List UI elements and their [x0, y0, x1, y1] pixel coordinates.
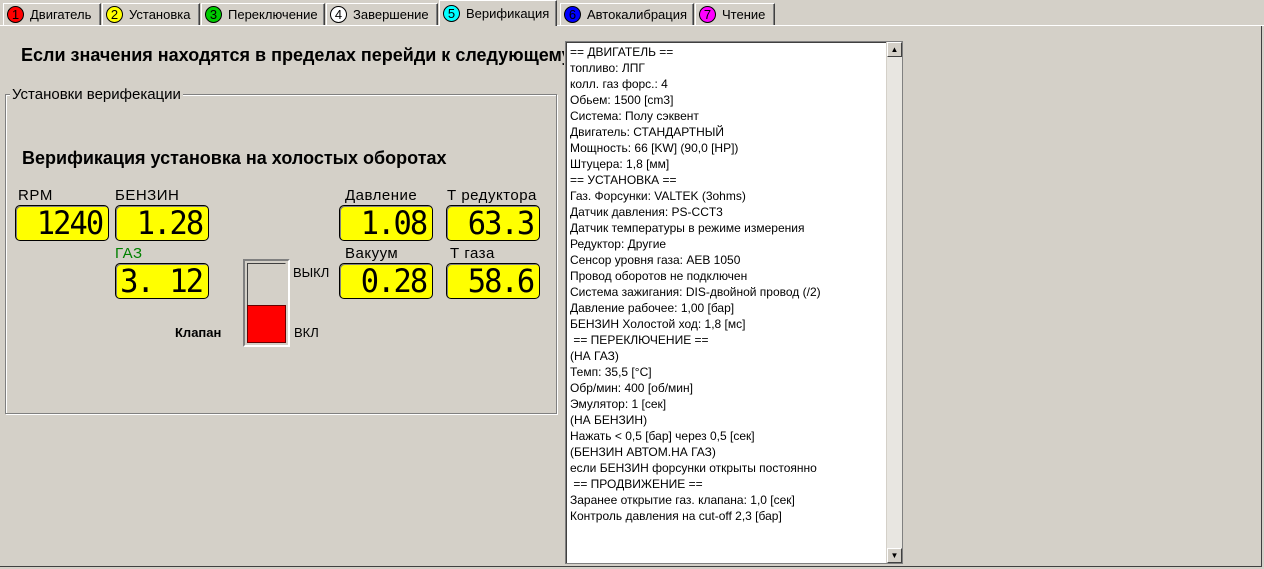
summary-line: топливо: ЛПГ	[570, 61, 645, 75]
summary-line: == УСТАНОВКА ==	[570, 173, 677, 187]
gas-label: ГАЗ	[115, 245, 143, 262]
summary-line: (НА ГАЗ)	[570, 349, 619, 363]
tab-number-badge: 3	[205, 6, 222, 23]
summary-line: Редуктор: Другие	[570, 237, 667, 251]
summary-lines: == ДВИГАТЕЛЬ == топливо: ЛПГ колл. газ фор…	[570, 44, 884, 524]
valve-state-fill	[247, 305, 286, 343]
tab-divider	[0, 25, 1264, 26]
summary-line: Штуцера: 1,8 [мм]	[570, 157, 670, 171]
rpm-label: RPM	[18, 187, 53, 204]
vacuum-label: Вакуум	[345, 245, 399, 262]
group-title: Установки верифекации	[10, 86, 183, 103]
tab-number-badge: 4	[330, 6, 347, 23]
benzin-value: 1.28	[136, 204, 205, 242]
summary-line: Система зажигания: DIS-двойной провод (/…	[570, 285, 821, 299]
vertical-scrollbar[interactable]: ▲ ▼	[886, 42, 902, 563]
rpm-display: 1240	[15, 204, 109, 242]
gas-temp-display: 58.6	[446, 262, 540, 300]
scroll-down-button[interactable]: ▼	[887, 548, 902, 563]
benzin-label: БЕНЗИН	[115, 187, 180, 204]
tab-number-badge: 2	[106, 6, 123, 23]
reducer-temp-value: 63.3	[467, 204, 536, 242]
valve-off-label: ВЫКЛ	[293, 265, 330, 280]
tab-reading[interactable]: 7 Чтение	[695, 3, 775, 25]
section-subtitle: Верификация установка на холостых оборот…	[22, 148, 447, 168]
tab-verification[interactable]: 5 Верификация	[439, 0, 557, 26]
summary-line: Провод оборотов не подключен	[570, 269, 748, 283]
tab-label: Двигатель	[30, 7, 92, 22]
summary-line: Датчик температуры в режиме измерения	[570, 221, 805, 235]
summary-line: Двигатель: СТАНДАРТНЫЙ	[570, 125, 724, 139]
tab-autocalibration[interactable]: 6 Автокалибрация	[560, 3, 694, 25]
tab-label: Завершение	[353, 7, 429, 22]
summary-line: == ДВИГАТЕЛЬ ==	[570, 45, 674, 59]
summary-line: колл. газ форс.: 4	[570, 77, 668, 91]
tab-label: Установка	[129, 7, 191, 22]
summary-line: Заранее открытие газ. клапана: 1,0 [сек]	[570, 493, 795, 507]
summary-line: Темп: 35,5 [°C]	[570, 365, 652, 379]
reducer-temp-label: Т редуктора	[447, 187, 537, 204]
tab-number-badge: 6	[564, 6, 581, 23]
instruction-headline: Если значения находятся в пределах перей…	[21, 45, 564, 65]
summary-line: БЕНЗИН Холостой ход: 1,8 [мс]	[570, 317, 746, 331]
tab-label: Автокалибрация	[587, 7, 688, 22]
reducer-temp-display: 63.3	[446, 204, 540, 242]
tab-bar: 1 Двигатель 2 Установка 3 Переключение 4…	[0, 0, 1264, 26]
tab-number-badge: 5	[443, 5, 460, 22]
gas-temp-label: Т газа	[450, 245, 495, 262]
summary-line: == ПРОДВИЖЕНИЕ ==	[570, 477, 703, 491]
summary-line: Давление рабочее: 1,00 [бар]	[570, 301, 735, 315]
summary-line: (НА БЕНЗИН)	[570, 413, 648, 427]
summary-line: Датчик давления: PS-CCT3	[570, 205, 723, 219]
summary-line: Газ. Форсунки: VALTEK (3ohms)	[570, 189, 746, 203]
tab-label: Чтение	[722, 7, 766, 22]
summary-line: Контроль давления на cut-off 2,3 [бар]	[570, 509, 782, 523]
valve-label: Клапан	[175, 325, 222, 340]
tab-number-badge: 1	[7, 6, 24, 23]
pressure-display: 1.08	[339, 204, 433, 242]
valve-on-label: ВКЛ	[294, 325, 319, 340]
gas-value: 3. 12	[119, 262, 204, 300]
vacuum-display: 0.28	[339, 262, 433, 300]
summary-line: Сенсор уровня газа: AEB 1050	[570, 253, 741, 267]
benzin-display: 1.28	[115, 204, 209, 242]
summary-line: (БЕНЗИН АВТОМ.НА ГАЗ)	[570, 445, 716, 459]
summary-line: == ПЕРЕКЛЮЧЕНИЕ ==	[570, 333, 709, 347]
tab-label: Верификация	[466, 6, 550, 21]
gas-display: 3. 12	[115, 262, 209, 300]
pressure-value: 1.08	[360, 204, 429, 242]
configuration-summary-listbox[interactable]: == ДВИГАТЕЛЬ == топливо: ЛПГ колл. газ фор…	[565, 41, 903, 564]
tab-engine[interactable]: 1 Двигатель	[3, 3, 101, 25]
pressure-label: Давление	[345, 187, 418, 204]
summary-line: Обьем: 1500 [cm3]	[570, 93, 674, 107]
summary-line: Мощность: 66 [KW] (90,0 [HP])	[570, 141, 739, 155]
valve-indicator	[243, 259, 290, 347]
summary-line: если БЕНЗИН форсунки открыты постоянно	[570, 461, 817, 475]
tab-label: Переключение	[228, 7, 318, 22]
tab-completion[interactable]: 4 Завершение	[326, 3, 438, 25]
summary-line: Обр/мин: 400 [об/мин]	[570, 381, 693, 395]
tab-installation[interactable]: 2 Установка	[102, 3, 200, 25]
scroll-up-button[interactable]: ▲	[887, 42, 902, 57]
gas-temp-value: 58.6	[467, 262, 536, 300]
tab-switching[interactable]: 3 Переключение	[201, 3, 325, 25]
tab-number-badge: 7	[699, 6, 716, 23]
vacuum-value: 0.28	[360, 262, 429, 300]
summary-line: Эмулятор: 1 [сек]	[570, 397, 667, 411]
rpm-value: 1240	[36, 204, 105, 242]
summary-line: Нажать < 0,5 [бар] через 0,5 [сек]	[570, 429, 755, 443]
summary-line: Система: Полу сэквент	[570, 109, 699, 123]
